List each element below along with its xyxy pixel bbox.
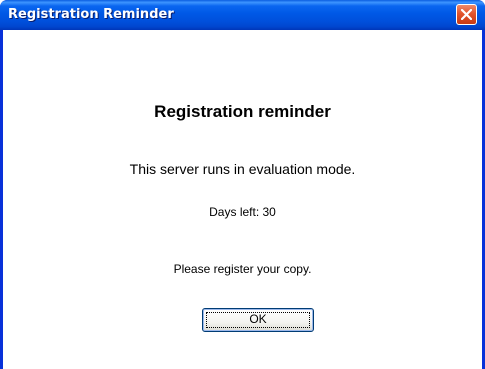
dialog-body: Registration reminder This server runs i… xyxy=(3,30,482,369)
evaluation-mode-text: This server runs in evaluation mode. xyxy=(129,161,356,177)
ok-button-label: OK xyxy=(249,312,267,326)
register-prompt-text: Please register your copy. xyxy=(173,262,312,276)
close-button[interactable] xyxy=(456,4,477,25)
window-title: Registration Reminder xyxy=(8,7,174,22)
dialog-heading: Registration reminder xyxy=(154,102,331,121)
ok-button[interactable]: OK xyxy=(202,308,314,332)
days-left-text: Days left: 30 xyxy=(209,205,276,219)
close-icon xyxy=(461,9,472,20)
dialog-window: Registration Reminder Registration remin… xyxy=(0,0,485,369)
title-bar[interactable]: Registration Reminder xyxy=(0,0,485,30)
